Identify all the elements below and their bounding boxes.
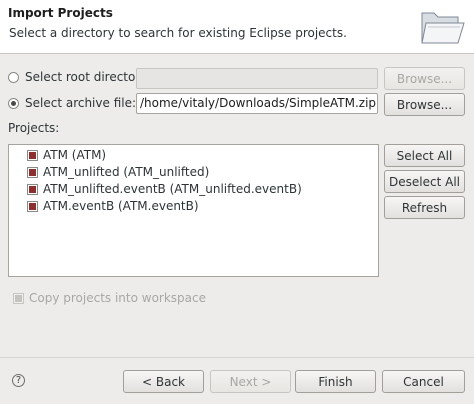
folder-open-icon xyxy=(421,12,465,44)
cancel-button[interactable]: Cancel xyxy=(382,370,465,393)
root-directory-input[interactable] xyxy=(136,68,378,89)
project-label: ATM_unlifted.eventB (ATM_unlifted.eventB… xyxy=(43,182,302,196)
project-checkbox[interactable] xyxy=(27,183,38,195)
archive-file-label: Select archive file: xyxy=(25,96,137,110)
footer-separator xyxy=(0,357,474,358)
project-label: ATM.eventB (ATM.eventB) xyxy=(43,199,199,213)
archive-file-input[interactable]: /home/vitaly/Downloads/SimpleATM.zip xyxy=(136,93,378,114)
archive-file-radio[interactable] xyxy=(8,97,19,109)
dialog-title: Import Projects xyxy=(8,6,113,20)
deselect-all-button[interactable]: Deselect All xyxy=(384,170,465,193)
root-directory-option[interactable]: Select root directory: xyxy=(8,67,151,87)
archive-file-option[interactable]: Select archive file: xyxy=(8,93,136,113)
copy-projects-label: Copy projects into workspace xyxy=(29,291,207,305)
list-item[interactable]: ATM.eventB (ATM.eventB) xyxy=(27,197,199,215)
help-icon[interactable]: ? xyxy=(12,374,25,387)
select-all-button[interactable]: Select All xyxy=(384,144,465,167)
finish-button[interactable]: Finish xyxy=(295,370,376,393)
project-label: ATM (ATM) xyxy=(43,148,107,162)
projects-label: Projects: xyxy=(8,121,60,135)
root-directory-browse-button[interactable]: Browse... xyxy=(384,67,465,90)
project-checkbox[interactable] xyxy=(27,166,38,178)
root-directory-radio[interactable] xyxy=(8,71,19,83)
project-checkbox[interactable] xyxy=(27,200,38,212)
copy-projects-option[interactable]: Copy projects into workspace xyxy=(13,290,206,306)
list-item[interactable]: ATM_unlifted.eventB (ATM_unlifted.eventB… xyxy=(27,180,302,198)
project-label: ATM_unlifted (ATM_unlifted) xyxy=(43,165,210,179)
dialog-header: Import Projects Select a directory to se… xyxy=(0,0,474,54)
dialog-description: Select a directory to search for existin… xyxy=(9,26,347,40)
projects-list[interactable]: ATM (ATM) ATM_unlifted (ATM_unlifted) AT… xyxy=(8,144,379,277)
refresh-button[interactable]: Refresh xyxy=(384,196,465,219)
list-item[interactable]: ATM_unlifted (ATM_unlifted) xyxy=(27,163,209,181)
next-button[interactable]: Next > xyxy=(210,370,291,393)
copy-projects-checkbox[interactable] xyxy=(13,292,24,304)
list-item[interactable]: ATM (ATM) xyxy=(27,146,106,164)
root-directory-label: Select root directory: xyxy=(25,70,151,84)
archive-file-browse-button[interactable]: Browse... xyxy=(384,93,465,116)
project-checkbox[interactable] xyxy=(27,149,38,161)
back-button[interactable]: < Back xyxy=(123,370,204,393)
